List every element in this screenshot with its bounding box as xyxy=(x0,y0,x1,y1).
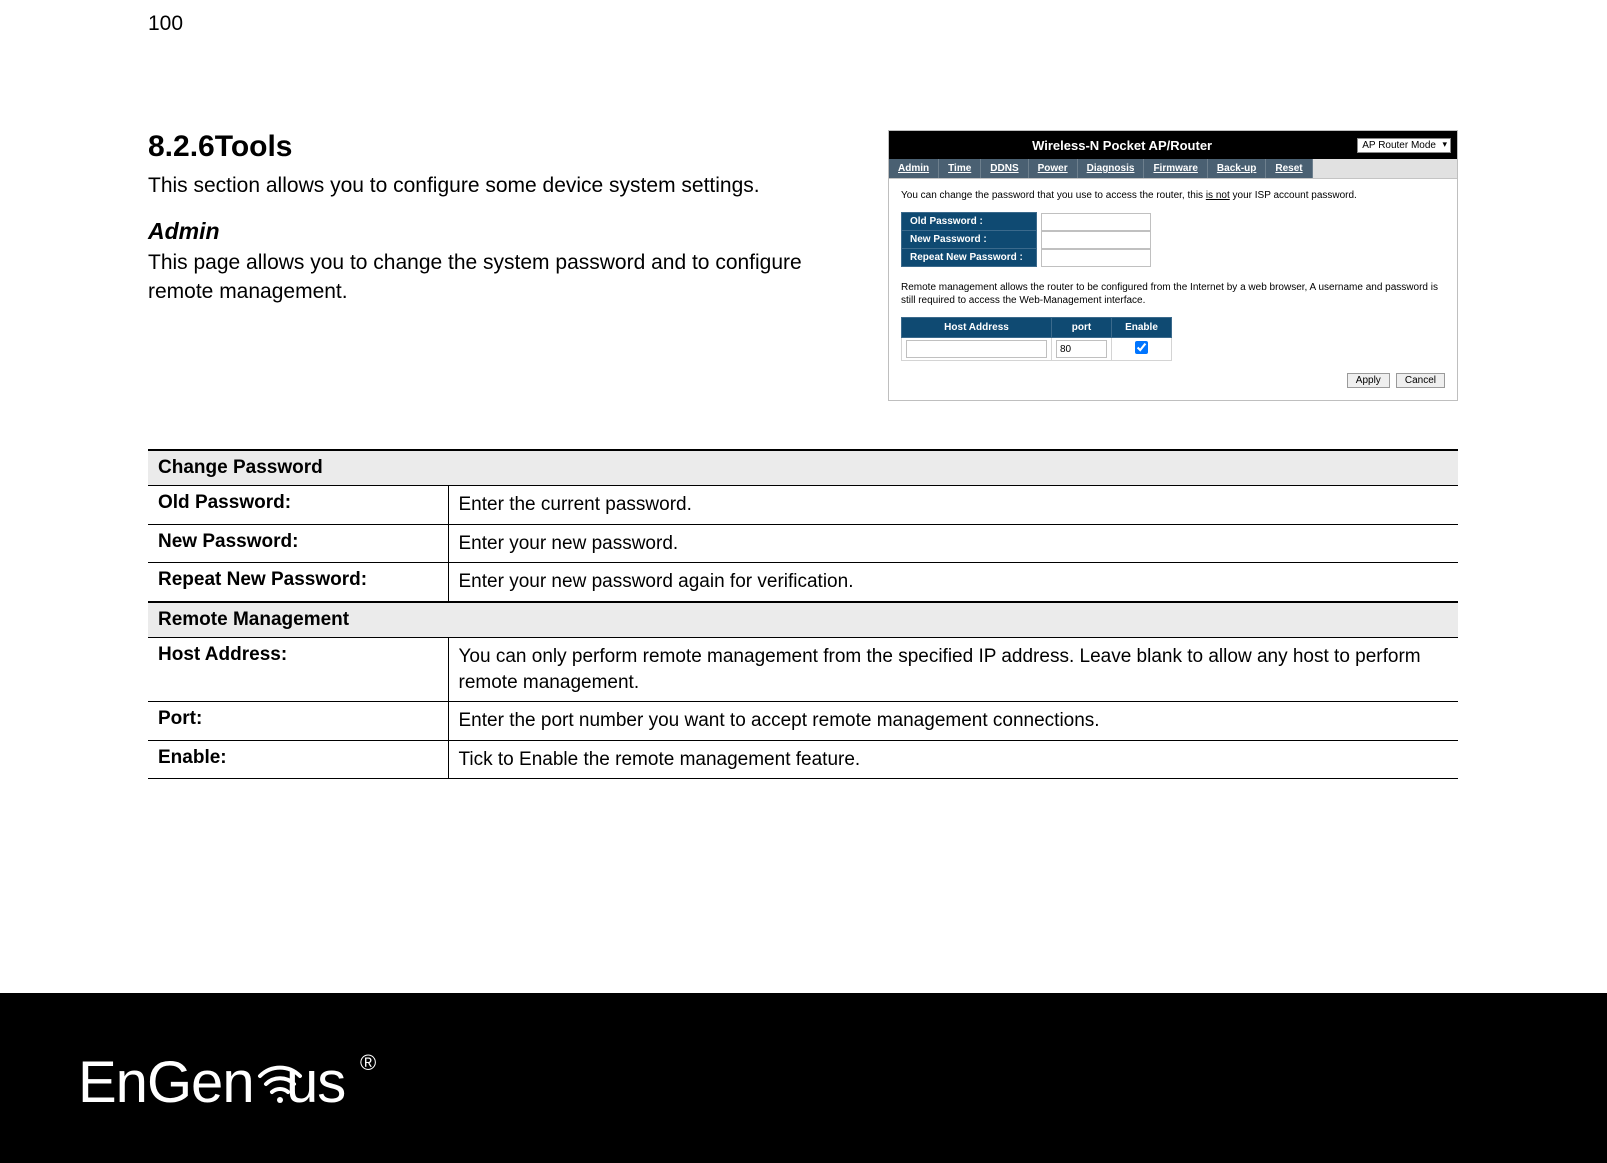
repeat-password-label: Repeat New Password : xyxy=(902,249,1037,267)
apply-button[interactable]: Apply xyxy=(1347,373,1390,388)
enable-checkbox[interactable] xyxy=(1135,341,1148,354)
tab-admin[interactable]: Admin xyxy=(889,159,939,178)
row-new-password-v: Enter your new password. xyxy=(448,524,1458,563)
section-description: This section allows you to configure som… xyxy=(148,172,848,200)
tab-backup[interactable]: Back-up xyxy=(1208,159,1266,178)
router-screenshot: Wireless-N Pocket AP/Router AP Router Mo… xyxy=(888,130,1458,401)
host-address-input[interactable] xyxy=(906,340,1047,358)
row-new-password-k: New Password: xyxy=(148,524,448,563)
row-port-v: Enter the port number you want to accept… xyxy=(448,702,1458,741)
row-enable-k: Enable: xyxy=(148,740,448,779)
tab-firmware[interactable]: Firmware xyxy=(1144,159,1207,178)
rm-header-host: Host Address xyxy=(902,318,1052,338)
logo-text: EnGen xyxy=(78,1050,254,1115)
row-old-password-k: Old Password: xyxy=(148,486,448,525)
engenius-logo: EnGen us ® xyxy=(78,1038,418,1118)
password-note: You can change the password that you use… xyxy=(901,189,1445,202)
remote-mgmt-table: Host Address port Enable xyxy=(901,317,1172,361)
row-host-address-k: Host Address: xyxy=(148,637,448,701)
sub-description: This page allows you to change the syste… xyxy=(148,249,848,306)
password-table: Old Password : New Password : Repeat New… xyxy=(901,212,1152,267)
svg-text:®: ® xyxy=(360,1050,376,1075)
row-old-password-v: Enter the current password. xyxy=(448,486,1458,525)
remote-note: Remote management allows the router to b… xyxy=(901,281,1445,307)
description-table: Change Password Old Password: Enter the … xyxy=(148,449,1458,779)
tab-power[interactable]: Power xyxy=(1029,159,1078,178)
section1-title: Change Password xyxy=(148,450,1458,486)
footer: EnGen us ® xyxy=(0,993,1607,1163)
row-host-address-v: You can only perform remote management f… xyxy=(448,637,1458,701)
old-password-label: Old Password : xyxy=(902,213,1037,231)
row-repeat-password-k: Repeat New Password: xyxy=(148,563,448,602)
new-password-input[interactable] xyxy=(1041,231,1151,249)
port-input[interactable] xyxy=(1056,340,1107,358)
tab-bar: Admin Time DDNS Power Diagnosis Firmware… xyxy=(889,159,1457,179)
titlebar-text: Wireless-N Pocket AP/Router xyxy=(895,138,1349,153)
wifi-icon: EnGen us ® xyxy=(78,1038,418,1118)
rm-header-enable: Enable xyxy=(1112,318,1172,338)
svg-text:us: us xyxy=(286,1050,345,1115)
mode-dropdown[interactable]: AP Router Mode xyxy=(1357,138,1451,153)
cancel-button[interactable]: Cancel xyxy=(1396,373,1445,388)
tab-diagnosis[interactable]: Diagnosis xyxy=(1078,159,1145,178)
old-password-input[interactable] xyxy=(1041,213,1151,231)
row-repeat-password-v: Enter your new password again for verifi… xyxy=(448,563,1458,602)
row-enable-v: Tick to Enable the remote management fea… xyxy=(448,740,1458,779)
sub-heading: Admin xyxy=(148,218,848,245)
tab-time[interactable]: Time xyxy=(939,159,981,178)
page-number: 100 xyxy=(148,12,183,36)
rm-header-port: port xyxy=(1052,318,1112,338)
section2-title: Remote Management xyxy=(148,602,1458,638)
row-port-k: Port: xyxy=(148,702,448,741)
new-password-label: New Password : xyxy=(902,231,1037,249)
tab-ddns[interactable]: DDNS xyxy=(981,159,1028,178)
section-heading: 8.2.6Tools xyxy=(148,130,848,164)
repeat-password-input[interactable] xyxy=(1041,249,1151,267)
tab-reset[interactable]: Reset xyxy=(1266,159,1312,178)
